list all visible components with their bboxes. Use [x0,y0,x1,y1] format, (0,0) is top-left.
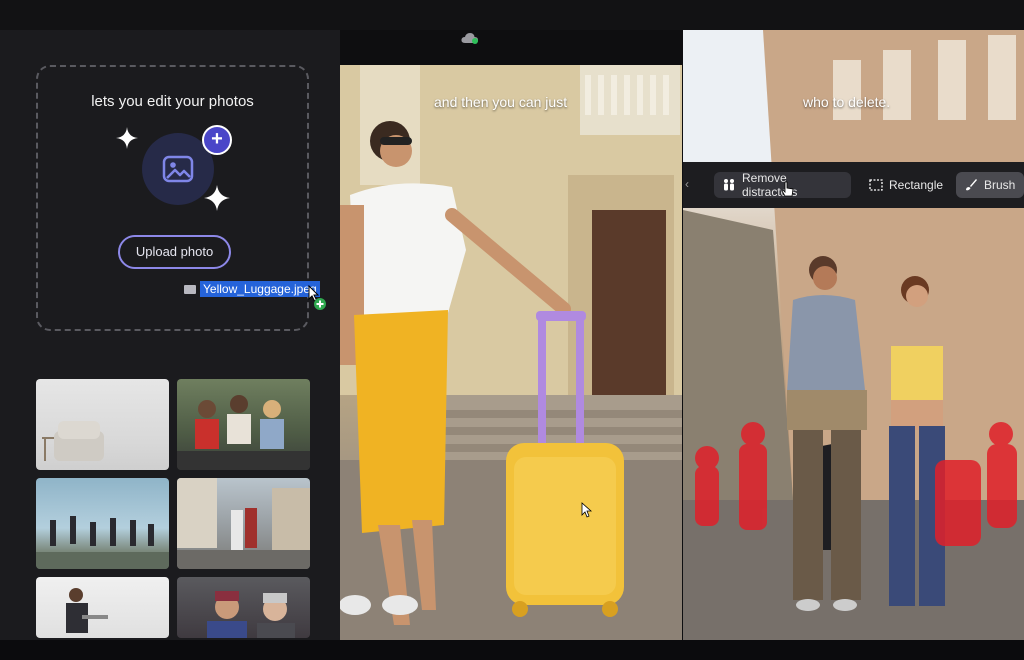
brush-tool-button[interactable]: Brush [956,172,1024,198]
editor-photo-couple-street[interactable] [683,30,1024,640]
sample-photo-armchair[interactable] [36,379,169,470]
editor-photo-yellow-luggage[interactable] [340,65,682,640]
sample-photo-jumping-group[interactable] [36,478,169,569]
brush-label: Brush [984,178,1016,192]
plus-icon[interactable]: + [202,125,232,155]
upload-photo-button[interactable]: Upload photo [118,235,231,269]
image-file-icon [184,284,196,294]
people-icon [724,179,734,191]
toolbar-scroll-left-icon[interactable]: ‹ [685,177,689,191]
subtitle-caption-right: who to delete. [803,94,891,110]
sample-photo-friends[interactable] [177,379,310,470]
top-bar [0,0,1024,30]
upload-title: lets you edit your photos [91,93,254,110]
bottom-bar [0,640,1024,660]
brush-icon [966,179,977,191]
rectangle-label: Rectangle [889,178,944,192]
rectangle-tool-button[interactable]: Rectangle [861,172,945,198]
sparkle-icon [204,185,230,211]
pointer-cursor-icon [781,181,794,197]
sample-photo-laptop-man[interactable] [36,577,169,638]
sparkle-icon [116,127,138,149]
cloud-sync-icon[interactable] [461,32,479,44]
object-removal-toolbar: Remove distractors Rectangle Brush [683,162,1024,208]
drag-copy-cursor-icon [308,285,326,310]
rectangle-select-icon [869,179,883,191]
dragged-file[interactable]: Yellow_Luggage.jpeg [184,281,320,297]
sample-photo-street-couple[interactable] [177,478,310,569]
subtitle-caption-left: and then you can just [434,94,568,110]
photo-icon [162,155,194,183]
dragged-file-name: Yellow_Luggage.jpeg [200,281,320,297]
sample-photo-winter-women[interactable] [177,577,310,638]
